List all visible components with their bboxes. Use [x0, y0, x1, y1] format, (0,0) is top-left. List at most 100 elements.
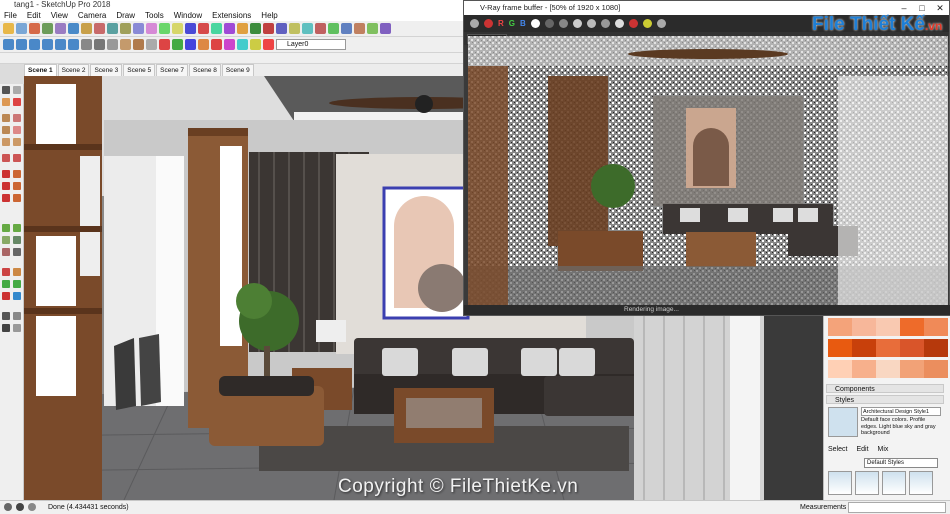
rotate-icon[interactable] [107, 23, 118, 34]
material-swatch[interactable] [876, 360, 900, 378]
style-collection-select[interactable]: Default Styles [864, 458, 938, 468]
eraser-tool-icon[interactable] [13, 98, 21, 106]
user-icon[interactable] [28, 503, 36, 511]
warehouse-icon[interactable] [237, 23, 248, 34]
vray-render-icon[interactable] [159, 39, 170, 50]
pan-tool-icon[interactable] [13, 268, 21, 276]
text-tool-icon[interactable] [13, 236, 21, 244]
material-swatch[interactable] [876, 318, 900, 336]
zoom-extents-tool-icon[interactable] [2, 292, 10, 300]
material-swatch[interactable] [852, 318, 876, 336]
position-camera-tool-icon[interactable] [2, 312, 10, 320]
ruby-icon[interactable] [263, 23, 274, 34]
camera-icon[interactable] [341, 23, 352, 34]
vray-asset-icon[interactable] [172, 39, 183, 50]
freehand-icon[interactable] [13, 114, 21, 122]
options-icon[interactable] [656, 19, 666, 28]
extension-icon[interactable] [250, 23, 261, 34]
offset-icon[interactable] [133, 23, 144, 34]
track-mouse-icon[interactable] [586, 19, 596, 28]
style-thumb-2[interactable] [855, 471, 879, 495]
zoom-window-icon[interactable] [13, 280, 21, 288]
channel-g[interactable]: G [509, 19, 515, 28]
material-swatch[interactable] [900, 339, 924, 357]
paint-bucket-icon[interactable] [2, 98, 10, 106]
tab-scene-5[interactable]: Scene 5 [123, 64, 156, 76]
view-top-icon[interactable] [16, 39, 27, 50]
material-swatch[interactable] [876, 339, 900, 357]
shape-icon[interactable] [68, 23, 79, 34]
move-icon[interactable] [94, 23, 105, 34]
minimize-icon[interactable]: – [895, 1, 913, 15]
make-component-icon[interactable] [13, 86, 21, 94]
rotated-rect-icon[interactable] [13, 126, 21, 134]
axes-icon[interactable] [172, 23, 183, 34]
material-swatch[interactable] [900, 360, 924, 378]
followme-icon[interactable] [13, 182, 21, 190]
material-swatch[interactable] [900, 318, 924, 336]
black-dot-icon[interactable] [544, 19, 554, 28]
look-around-icon[interactable] [2, 324, 10, 332]
menu-tools[interactable]: Tools [143, 10, 166, 21]
render-icon[interactable] [484, 19, 493, 28]
vray-proxy-icon[interactable] [224, 39, 235, 50]
style-name-field[interactable]: Architectural Design Style1 [861, 407, 941, 416]
vray-plane-icon[interactable] [250, 39, 261, 50]
pushpull-tool-icon[interactable] [13, 170, 21, 178]
lens-icon[interactable] [642, 19, 652, 28]
vray-sphere-icon[interactable] [211, 39, 222, 50]
offset-tool-icon[interactable] [13, 194, 21, 202]
3dtext-icon[interactable] [13, 248, 21, 256]
menu-file[interactable]: File [2, 10, 19, 21]
material-swatch[interactable] [924, 318, 948, 336]
text-icon[interactable] [159, 23, 170, 34]
move-tool-icon[interactable] [2, 170, 10, 178]
previous-view-icon[interactable] [13, 292, 21, 300]
tab-scene-7[interactable]: Scene 7 [156, 64, 189, 76]
arc-tool-icon[interactable] [2, 154, 10, 162]
channel-r[interactable]: R [498, 19, 504, 28]
clear-icon[interactable] [558, 19, 568, 28]
fog-icon[interactable] [302, 23, 313, 34]
tape-icon[interactable] [146, 23, 157, 34]
measurements-input[interactable] [848, 502, 946, 513]
rotate-tool-icon[interactable] [2, 182, 10, 190]
pan-icon[interactable] [198, 23, 209, 34]
style-thumb-1[interactable] [828, 471, 852, 495]
white-dot-icon[interactable] [530, 19, 540, 28]
menu-camera[interactable]: Camera [76, 10, 108, 21]
zoom-extents-icon[interactable] [224, 23, 235, 34]
view-back-icon[interactable] [55, 39, 66, 50]
geo-location-icon[interactable] [4, 503, 12, 511]
eraser-icon[interactable] [29, 23, 40, 34]
material-swatch[interactable] [828, 318, 852, 336]
style-thumb-3[interactable] [882, 471, 906, 495]
view-left-icon[interactable] [68, 39, 79, 50]
shadow-icon[interactable] [289, 23, 300, 34]
view-right-icon[interactable] [42, 39, 53, 50]
textured-icon[interactable] [133, 39, 144, 50]
paint-icon[interactable] [16, 23, 27, 34]
material-swatch[interactable] [924, 360, 948, 378]
dimension-icon[interactable] [13, 224, 21, 232]
vray-mesh-icon[interactable] [263, 39, 274, 50]
zoom-tool-icon[interactable] [2, 280, 10, 288]
walk-icon[interactable] [354, 23, 365, 34]
tab-scene-9[interactable]: Scene 9 [221, 64, 254, 76]
circle-icon[interactable] [2, 138, 10, 146]
menu-window[interactable]: Window [172, 10, 204, 21]
style-thumb-4[interactable] [909, 471, 933, 495]
position-camera-icon[interactable] [380, 23, 391, 34]
select-tool-icon[interactable] [3, 23, 14, 34]
credits-icon[interactable] [16, 503, 24, 511]
close-icon[interactable]: ✕ [931, 1, 949, 15]
zoom-icon[interactable] [211, 23, 222, 34]
arrow-icon[interactable] [2, 86, 10, 94]
layer-icon[interactable] [328, 23, 339, 34]
style-icon[interactable] [276, 23, 287, 34]
section-icon[interactable] [315, 23, 326, 34]
vray-frame-buffer-window[interactable]: V-Ray frame buffer - [50% of 1920 x 1080… [463, 0, 950, 316]
scale-tool-icon[interactable] [2, 194, 10, 202]
push-pull-icon[interactable] [81, 23, 92, 34]
material-swatch[interactable] [828, 360, 852, 378]
